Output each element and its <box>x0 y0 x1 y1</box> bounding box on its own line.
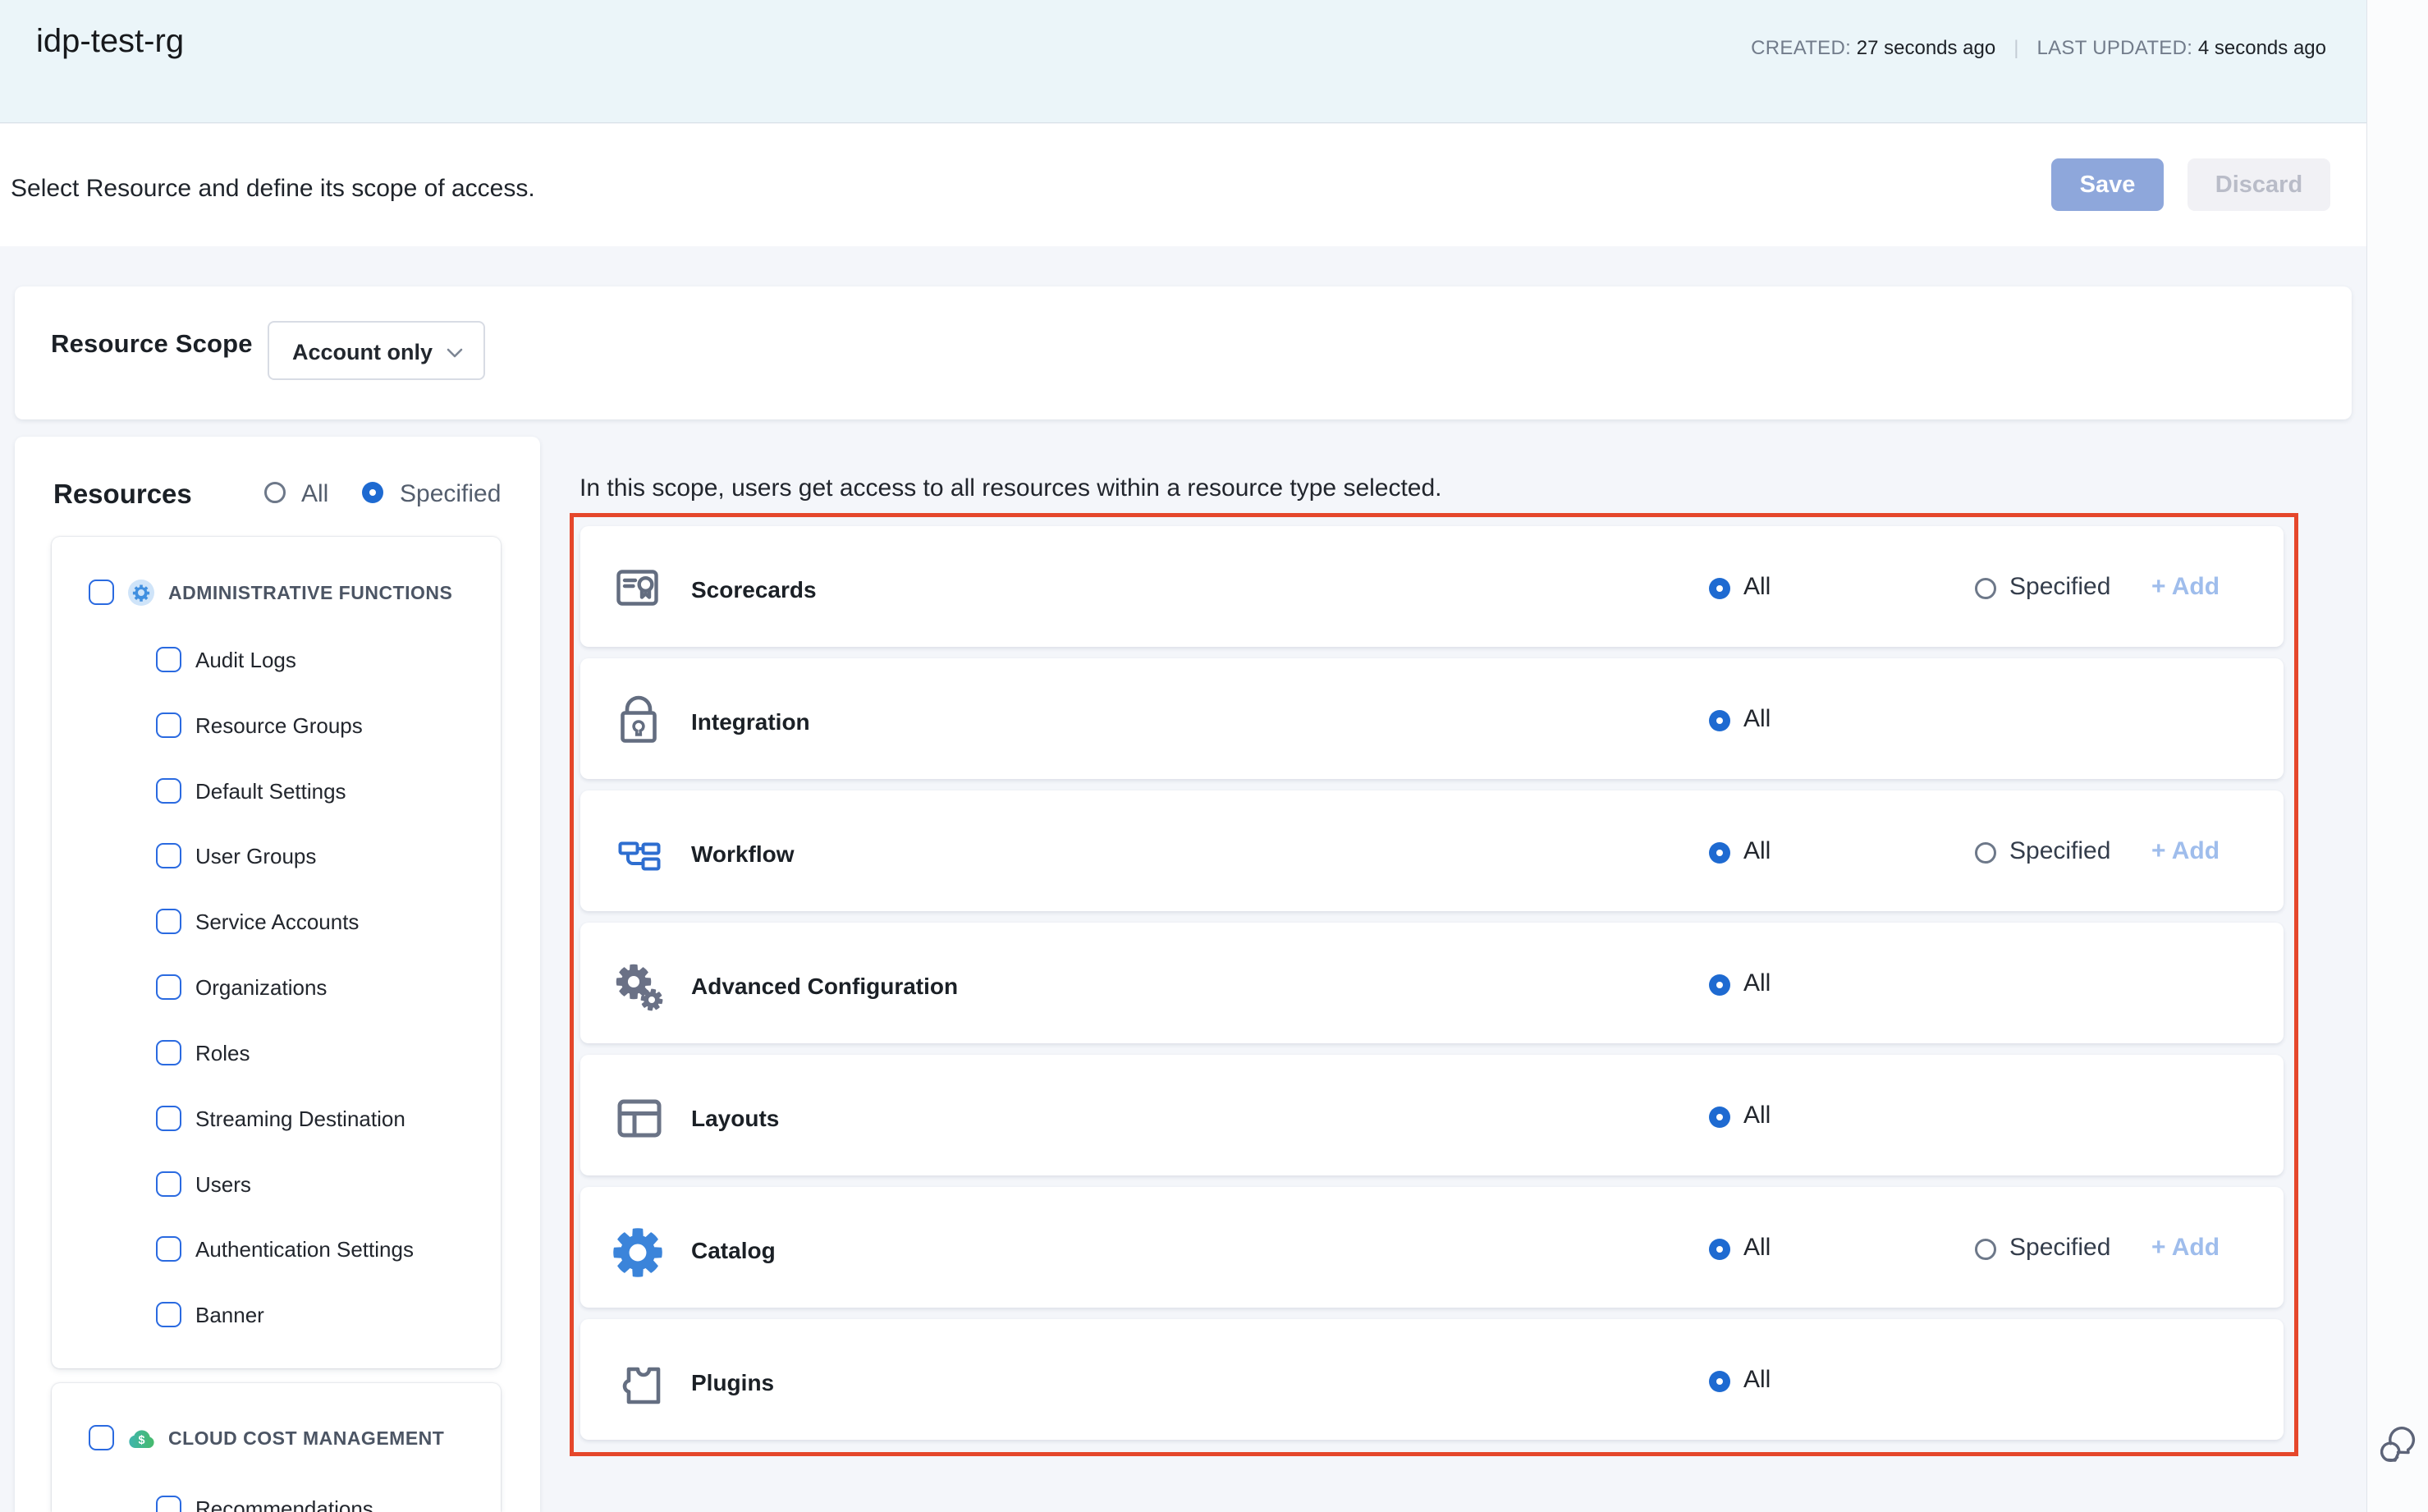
svg-text:$: $ <box>138 1434 144 1447</box>
